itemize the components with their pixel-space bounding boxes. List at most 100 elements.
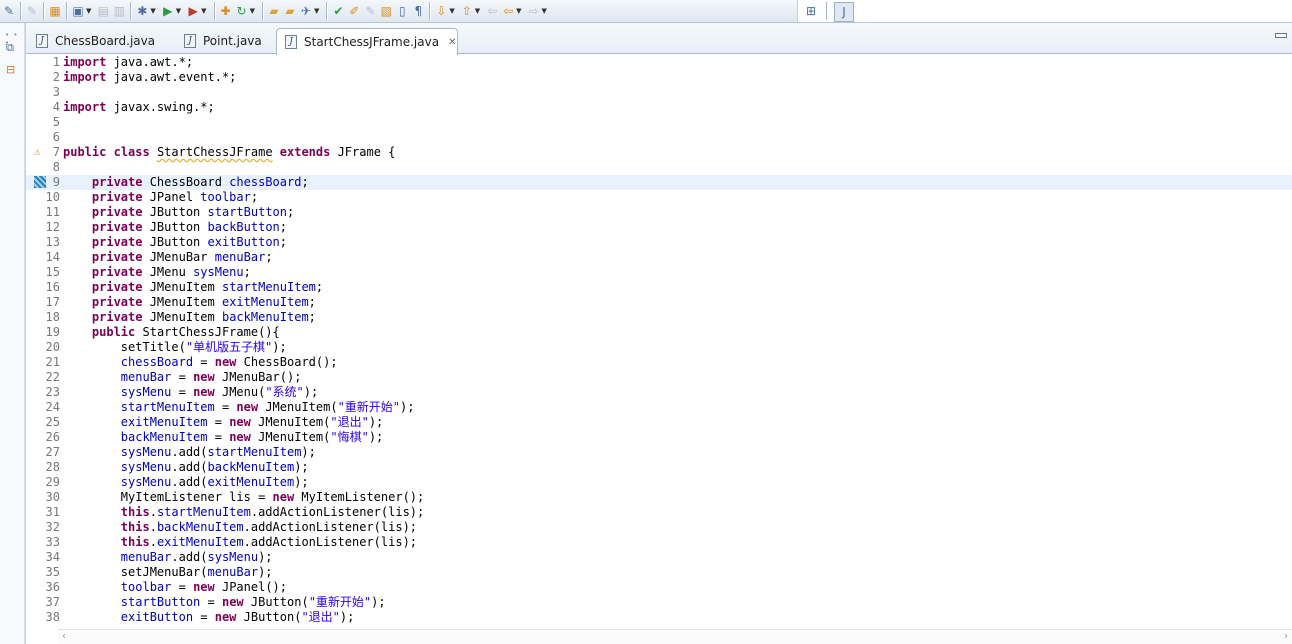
chevron-down-icon[interactable]: ▼	[449, 7, 454, 15]
code-editor[interactable]: 1 import java.awt.*; 2 import java.awt.even…	[26, 55, 1292, 630]
code-line[interactable]: 23 sysMenu = new JMenu("系统");	[26, 385, 1292, 400]
code-line[interactable]: 31 this.startMenuItem.addActionListener(…	[26, 505, 1292, 520]
save-icon[interactable]: ▤	[96, 2, 110, 20]
new-wizard-icon[interactable]: ▣	[71, 2, 85, 20]
code-line[interactable]: 22 menuBar = new JMenuBar();	[26, 370, 1292, 385]
last-edit-icon[interactable]: ⇦	[485, 2, 499, 20]
code-line[interactable]: ⚠ 7 public class StartChessJFrame extends …	[26, 145, 1292, 160]
code-line[interactable]: 27 sysMenu.add(startMenuItem);	[26, 445, 1292, 460]
chevron-down-icon[interactable]: ▼	[516, 7, 521, 15]
save-all-icon[interactable]: ▥	[112, 2, 126, 20]
code-line[interactable]: 28 sysMenu.add(backMenuItem);	[26, 460, 1292, 475]
code-line[interactable]: 3	[26, 85, 1292, 100]
java-perspective-icon[interactable]: J	[834, 2, 854, 22]
chevron-down-icon[interactable]: ▼	[250, 7, 255, 15]
line-number: 4	[52, 100, 60, 114]
chevron-down-icon[interactable]: ▼	[150, 7, 155, 15]
horizontal-scrollbar[interactable]: ‹ ›	[58, 629, 1292, 644]
tab-chessboard-java[interactable]: J ChessBoard.java	[28, 28, 155, 54]
field-token: toolbar	[120, 580, 172, 594]
line-number: 29	[45, 475, 60, 489]
code-line[interactable]: 24 startMenuItem = new JMenuItem("重新开始")…	[26, 400, 1292, 415]
chevron-down-icon[interactable]: ▼	[314, 7, 319, 15]
code-line[interactable]: 10 private JPanel toolbar;	[26, 190, 1292, 205]
code-line[interactable]: 18 private JMenuItem backMenuItem;	[26, 310, 1292, 325]
pencil-icon[interactable]: ✐	[347, 2, 361, 20]
run-icon[interactable]: ▶	[161, 2, 175, 20]
code-line[interactable]: 1 import java.awt.*;	[26, 55, 1292, 70]
task-icon[interactable]: ▧	[379, 2, 393, 20]
code-line[interactable]: 9 private ChessBoard chessBoard;	[26, 175, 1292, 190]
code-line[interactable]: 29 sysMenu.add(exitMenuItem);	[26, 475, 1292, 490]
chevron-down-icon[interactable]: ▼	[86, 7, 91, 15]
code-line[interactable]: 12 private JButton backButton;	[26, 220, 1292, 235]
keyword-token: import	[63, 100, 107, 114]
code-line[interactable]: 16 private JMenuItem startMenuItem;	[26, 280, 1292, 295]
keyword-token: private	[91, 220, 143, 234]
refresh-icon[interactable]: ↻	[235, 2, 249, 20]
code-line[interactable]: 19 public StartChessJFrame(){	[26, 325, 1292, 340]
new-java-class-icon[interactable]: ✚	[219, 2, 233, 20]
back-icon[interactable]: ⇦	[501, 2, 515, 20]
code-line[interactable]: 30 MyItemListener lis = new MyItemListen…	[26, 490, 1292, 505]
code-line[interactable]: 13 private JButton exitButton;	[26, 235, 1292, 250]
code-line[interactable]: 35 setJMenuBar(menuBar);	[26, 565, 1292, 580]
package-icon[interactable]: ▦	[48, 2, 62, 20]
scroll-left-icon[interactable]: ‹	[62, 631, 66, 642]
forward-icon[interactable]: ⇨	[527, 2, 541, 20]
annotation-icon[interactable]: ✔	[331, 2, 345, 20]
code-line[interactable]: 36 toolbar = new JPanel();	[26, 580, 1292, 595]
code-line[interactable]: 20 setTitle("单机版五子棋");	[26, 340, 1292, 355]
code-text: menuBar = new JMenuBar();	[63, 370, 302, 385]
code-line[interactable]: 21 chessBoard = new ChessBoard();	[26, 355, 1292, 370]
scroll-right-icon[interactable]: ›	[1284, 631, 1288, 642]
restore-icon[interactable]: ⧉	[6, 41, 14, 55]
chevron-down-icon[interactable]: ▼	[542, 7, 547, 15]
block-icon[interactable]: ▯	[395, 2, 409, 20]
chevron-down-icon[interactable]: ▼	[176, 7, 181, 15]
code-line[interactable]: 37 startButton = new JButton("重新开始");	[26, 595, 1292, 610]
code-line[interactable]: 8	[26, 160, 1292, 175]
code-line[interactable]: 5	[26, 115, 1292, 130]
prev-annotation-icon[interactable]: ⇧	[460, 2, 474, 20]
package-explorer-icon[interactable]: ⊟	[6, 63, 15, 76]
edit-icon[interactable]: ✎	[363, 2, 377, 20]
code-token: .	[149, 520, 157, 534]
tab-startchessjframe-java[interactable]: J StartChessJFrame.java ✕	[276, 28, 458, 55]
field-token: startMenuItem	[156, 505, 251, 519]
next-annotation-icon[interactable]: ⇩	[434, 2, 448, 20]
close-icon[interactable]: ✕	[448, 37, 456, 48]
code-token: setTitle(	[63, 340, 186, 354]
debug-icon[interactable]: ✱	[135, 2, 149, 20]
open-folder-icon[interactable]: ▰	[283, 2, 297, 20]
code-line[interactable]: 15 private JMenu sysMenu;	[26, 265, 1292, 280]
code-line[interactable]: 11 private JButton startButton;	[26, 205, 1292, 220]
code-line[interactable]: 32 this.backMenuItem.addActionListener(l…	[26, 520, 1292, 535]
code-line[interactable]: 2 import java.awt.event.*;	[26, 70, 1292, 85]
pin-icon[interactable]: ✎	[2, 2, 16, 20]
open-perspective-icon[interactable]: ⊞	[804, 2, 818, 20]
code-line[interactable]: 6	[26, 130, 1292, 145]
toolbar-separator	[213, 2, 215, 20]
code-line[interactable]: 17 private JMenuItem exitMenuItem;	[26, 295, 1292, 310]
new-icon[interactable]: ✎	[25, 2, 39, 20]
code-line[interactable]: 33 this.exitMenuItem.addActionListener(l…	[26, 535, 1292, 550]
tab-point-java[interactable]: J Point.java	[176, 28, 262, 54]
external-tools-icon[interactable]: ▶	[186, 2, 200, 20]
code-line[interactable]: 38 exitButton = new JButton("退出");	[26, 610, 1292, 625]
code-line[interactable]: 26 backMenuItem = new JMenuItem("悔棋");	[26, 430, 1292, 445]
minimize-icon[interactable]	[1275, 33, 1287, 38]
toolbar-separator	[130, 2, 132, 20]
chevron-down-icon[interactable]: ▼	[475, 7, 480, 15]
search-icon[interactable]: ✈	[299, 2, 313, 20]
open-type-icon[interactable]: ▰	[267, 2, 281, 20]
chevron-down-icon[interactable]: ▼	[201, 7, 206, 15]
code-line[interactable]: 4 import javax.swing.*;	[26, 100, 1292, 115]
code-line[interactable]: 25 exitMenuItem = new JMenuItem("退出");	[26, 415, 1292, 430]
code-token: =	[200, 595, 222, 609]
code-line[interactable]: 34 menuBar.add(sysMenu);	[26, 550, 1292, 565]
paragraph-icon[interactable]: ¶	[411, 2, 425, 20]
code-line[interactable]: 14 private JMenuBar menuBar;	[26, 250, 1292, 265]
